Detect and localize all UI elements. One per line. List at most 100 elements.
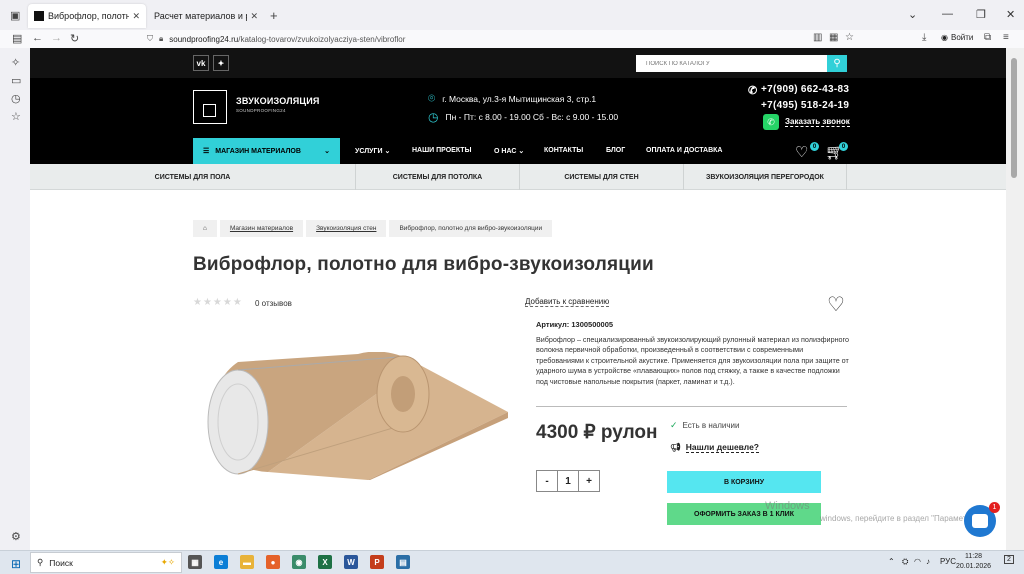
- wifi-icon[interactable]: ◠: [914, 557, 921, 566]
- login-label: Войти: [950, 33, 974, 42]
- synced-tabs-icon[interactable]: ▭: [11, 74, 21, 87]
- network-icon[interactable]: ⛭: [902, 557, 908, 567]
- phone-2[interactable]: +7(495) 518-24-19: [761, 100, 849, 111]
- reader-view-icon[interactable]: ▥: [813, 32, 822, 43]
- subnav-partitions[interactable]: ЗВУКОИЗОЛЯЦИЯ ПЕРЕГОРОДОК: [684, 164, 847, 190]
- extensions-icon[interactable]: ⧉: [984, 32, 991, 43]
- phone-1[interactable]: +7(909) 662-43-83: [761, 84, 849, 95]
- notifications-icon[interactable]: 2: [1004, 555, 1014, 564]
- search-input[interactable]: [636, 55, 827, 72]
- browser-sidebar: ✧ ▭ ◷ ☆ ⚙: [0, 48, 30, 550]
- reload-icon[interactable]: ↻: [70, 32, 79, 45]
- new-tab-icon[interactable]: +: [270, 8, 278, 23]
- downloads-icon[interactable]: ⤓: [922, 32, 926, 43]
- menu-about[interactable]: О НАС ⌄: [494, 147, 524, 155]
- volume-icon[interactable]: ♪: [926, 557, 930, 566]
- windows-start-icon[interactable]: ⊞: [11, 557, 21, 571]
- found-cheaper-link[interactable]: 📢︎ Нашли дешевле?: [670, 442, 759, 453]
- tray-chevron-icon[interactable]: ⌃: [888, 557, 895, 566]
- heart-icon[interactable]: ♡: [795, 143, 808, 161]
- main-menu: ☰ МАГАЗИН МАТЕРИАЛОВ ⌄ УСЛУГИ ⌄ НАШИ ПРО…: [30, 138, 1006, 164]
- forward-icon[interactable]: →: [51, 32, 62, 44]
- cart-badge: 0: [839, 142, 848, 151]
- settings-icon[interactable]: ⚙: [11, 530, 21, 543]
- compare-link[interactable]: Добавить к сравнению: [525, 297, 610, 307]
- logo-title[interactable]: ЗВУКОИЗОЛЯЦИЯ: [236, 96, 320, 106]
- login-button[interactable]: ◉ Войти: [941, 33, 973, 42]
- tab-vibroflor[interactable]: Виброфлор, полотно для виброзвукоизоляци…: [28, 4, 146, 28]
- lock-icon[interactable]: 🔒︎: [159, 34, 163, 44]
- shop-menu-button[interactable]: ☰ МАГАЗИН МАТЕРИАЛОВ ⌄: [193, 138, 340, 164]
- breadcrumb-home[interactable]: ⌂: [193, 220, 217, 237]
- vk-icon[interactable]: vk: [193, 55, 209, 71]
- app-icon[interactable]: ◉: [292, 555, 306, 569]
- product-description: Виброфлор – специализированный звукоизол…: [536, 335, 850, 386]
- taskbar: ⊞ ⚲ Поиск ✦✧ ▦ e ▬ ● ◉ X W P ▤ ⌃ ⛭ ◠ ♪ Р…: [0, 550, 1024, 574]
- dzen-icon[interactable]: ✦: [213, 55, 229, 71]
- menu-contacts[interactable]: КОНТАКТЫ: [544, 147, 583, 154]
- minimize-icon[interactable]: —: [942, 8, 953, 20]
- tab-strip: ▣ Виброфлор, полотно для виброзвукоизоля…: [0, 0, 1024, 30]
- subnav-walls[interactable]: СИСТЕМЫ ДЛЯ СТЕН: [520, 164, 684, 190]
- qty-plus-button[interactable]: +: [579, 471, 599, 491]
- clock[interactable]: 11:28 20.01.2026: [956, 552, 991, 572]
- firefox-icon[interactable]: ●: [266, 555, 280, 569]
- whatsapp-icon[interactable]: ✆: [763, 114, 779, 130]
- chat-widget-button[interactable]: 1: [964, 502, 1000, 537]
- restore-icon[interactable]: ❐: [976, 8, 986, 21]
- home-icon: ⌂: [203, 225, 207, 232]
- rating-stars[interactable]: ★★★★★: [193, 297, 243, 308]
- search-icon[interactable]: ⚲: [827, 55, 847, 72]
- subnav-ceiling[interactable]: СИСТЕМЫ ДЛЯ ПОТОЛКА: [356, 164, 520, 190]
- task-view-icon[interactable]: ▦: [188, 555, 202, 569]
- back-icon[interactable]: ←: [32, 32, 43, 44]
- language-indicator[interactable]: РУС: [940, 557, 956, 566]
- excel-icon[interactable]: X: [318, 555, 332, 569]
- page-scrollbar[interactable]: [1006, 48, 1024, 550]
- clock-date: 20.01.2026: [956, 563, 992, 570]
- menu-projects[interactable]: НАШИ ПРОЕКТЫ: [412, 147, 471, 154]
- subnav-floor[interactable]: СИСТЕМЫ ДЛЯ ПОЛА: [30, 164, 356, 190]
- translate-icon[interactable]: ▦: [829, 32, 838, 43]
- tab-overflow-icon[interactable]: ⌄: [908, 8, 917, 21]
- logo-icon[interactable]: [193, 90, 227, 124]
- history-icon[interactable]: ◷: [11, 92, 21, 105]
- add-to-cart-button[interactable]: В КОРЗИНУ: [667, 471, 821, 493]
- sidebar-toggle-icon[interactable]: ▤: [12, 32, 22, 45]
- calculator-icon[interactable]: ▤: [396, 555, 410, 569]
- tab-calculator[interactable]: Расчет материалов и работ - 2026 ✕: [148, 4, 264, 28]
- address-bar[interactable]: ⛉ 🔒︎ soundproofing24.ru/katalog-tovarov/…: [145, 31, 860, 47]
- divider: [536, 406, 847, 407]
- search-icon: ⚲: [37, 557, 44, 567]
- phone-icon: ✆: [748, 85, 758, 97]
- menu-icon[interactable]: ≡: [1003, 32, 1009, 43]
- tab-list-icon[interactable]: ▣: [10, 9, 20, 22]
- callback-link[interactable]: ✆ Заказать звонок: [763, 114, 850, 130]
- breadcrumb-walls[interactable]: Звукоизоляция стен: [306, 220, 387, 237]
- taskbar-search[interactable]: ⚲ Поиск ✦✧: [30, 552, 182, 573]
- word-icon[interactable]: W: [344, 555, 358, 569]
- breadcrumb-shop[interactable]: Магазин материалов: [219, 220, 304, 237]
- scrollbar-thumb[interactable]: [1011, 58, 1017, 178]
- add-favorite-heart-icon[interactable]: ♡: [827, 292, 845, 317]
- bookmarks-icon[interactable]: ☆: [11, 110, 21, 123]
- product-image[interactable]: [198, 352, 508, 480]
- qty-minus-button[interactable]: -: [537, 471, 558, 491]
- close-tab-icon[interactable]: ✕: [132, 11, 140, 22]
- location-pin-icon: ⌾: [428, 91, 436, 105]
- bookmark-star-icon[interactable]: ☆: [845, 32, 854, 43]
- powerpoint-icon[interactable]: P: [370, 555, 384, 569]
- menu-services[interactable]: УСЛУГИ ⌄: [355, 147, 390, 155]
- menu-blog[interactable]: БЛОГ: [606, 147, 625, 154]
- shield-icon[interactable]: ⛉: [147, 34, 153, 44]
- edge-icon[interactable]: e: [214, 555, 228, 569]
- menu-payment[interactable]: ОПЛАТА И ДОСТАВКА: [646, 147, 723, 154]
- close-tab-icon[interactable]: ✕: [250, 11, 258, 22]
- chat-badge: 1: [989, 502, 1000, 513]
- ai-icon[interactable]: ✧: [11, 56, 20, 69]
- qty-input[interactable]: 1: [558, 471, 579, 491]
- close-window-icon[interactable]: ✕: [1006, 8, 1015, 21]
- file-explorer-icon[interactable]: ▬: [240, 555, 254, 569]
- reviews-count[interactable]: 0 отзывов: [255, 299, 292, 308]
- site-favicon-icon: [34, 11, 44, 21]
